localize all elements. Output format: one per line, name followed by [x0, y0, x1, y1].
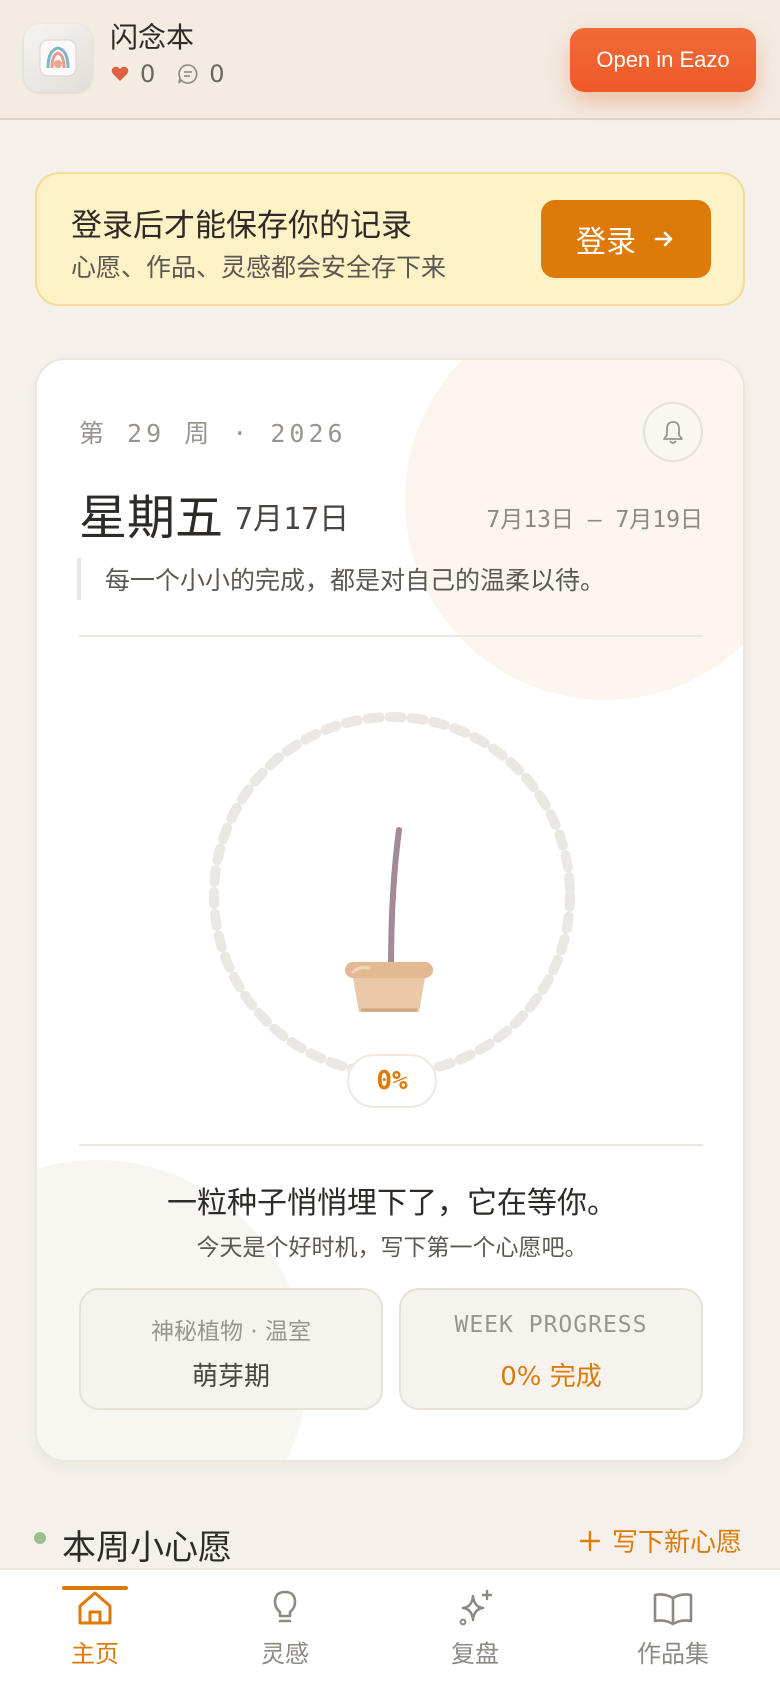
lightbulb-icon — [273, 1590, 297, 1623]
plant-progress-ring — [207, 710, 577, 1080]
login-banner-subtitle: 心愿、作品、灵感都会安全存下来 — [71, 253, 447, 282]
app-icon[interactable] — [24, 24, 92, 92]
comment-icon — [178, 64, 198, 84]
week-card: 第 29 周 · 2026 星期五 7月17日 7月13日 — 7月19日 每一… — [35, 358, 745, 1462]
login-button[interactable]: 登录 — [541, 200, 711, 278]
new-wish-button[interactable]: 写下新心愿 — [578, 1522, 742, 1559]
plant-status-value: 萌芽期 — [191, 1362, 270, 1392]
nav-label: 作品集 — [637, 1640, 709, 1668]
likes-stat[interactable]: 0 — [110, 60, 155, 88]
arrow-right-icon — [654, 231, 673, 247]
empty-state-title: 一粒种子悄悄埋下了，它在等你。 — [167, 1186, 617, 1221]
likes-count: 0 — [140, 60, 156, 88]
login-banner: 登录后才能保存你的记录 心愿、作品、灵感都会安全存下来 登录 — [35, 172, 745, 306]
plant-pot-icon — [345, 827, 433, 1012]
week-date-range: 7月13日 — 7月19日 — [486, 507, 703, 533]
wishes-section-title: 本周小心愿 — [62, 1528, 232, 1568]
comments-stat[interactable]: 0 — [177, 60, 225, 88]
daily-quote: 每一个小小的完成，都是对自己的温柔以待。 — [77, 558, 605, 600]
bottom-navigation: 主页 灵感 复盘 作品集 — [0, 1568, 780, 1688]
divider — [79, 635, 703, 637]
nav-item-inspiration[interactable]: 灵感 — [190, 1570, 380, 1688]
comments-count: 0 — [209, 60, 225, 88]
weekday: 星期五 — [79, 490, 224, 546]
nav-label: 灵感 — [261, 1640, 309, 1668]
reminder-button[interactable] — [643, 402, 703, 462]
current-date: 7月17日 — [235, 502, 350, 537]
open-in-app-button[interactable]: Open in Eazo — [570, 28, 756, 92]
week-progress-value: 0% 完成 — [500, 1362, 602, 1392]
nav-item-home[interactable]: 主页 — [0, 1570, 190, 1688]
nav-item-review[interactable]: 复盘 — [380, 1570, 570, 1688]
sparkle-icon — [459, 1589, 493, 1626]
week-label: 第 29 周 · 2026 — [79, 419, 347, 448]
app-stats: 0 0 — [110, 60, 247, 88]
nav-label: 主页 — [71, 1640, 119, 1668]
new-wish-label: 写下新心愿 — [612, 1528, 743, 1558]
nav-item-portfolio[interactable]: 作品集 — [578, 1570, 768, 1688]
divider — [79, 1144, 703, 1146]
progress-percentage-badge: 0% — [347, 1054, 437, 1108]
plus-icon — [579, 1530, 601, 1551]
login-banner-title: 登录后才能保存你的记录 — [71, 208, 412, 244]
top-bar: 闪念本 0 0 Open in Eazo — [0, 0, 780, 120]
login-button-label: 登录 — [576, 226, 636, 259]
plant-status-box: 神秘植物 · 温室 萌芽期 — [79, 1288, 383, 1410]
home-icon — [78, 1591, 112, 1625]
section-dot — [34, 1532, 46, 1544]
empty-state-subtitle: 今天是个好时机，写下第一个心愿吧。 — [196, 1235, 588, 1261]
plant-status-label: 神秘植物 · 温室 — [151, 1319, 311, 1345]
book-icon — [653, 1593, 693, 1626]
bell-icon — [663, 421, 683, 444]
week-progress-box: WEEK PROGRESS 0% 完成 — [399, 1288, 703, 1410]
nav-label: 复盘 — [451, 1640, 499, 1668]
heart-icon — [111, 66, 129, 81]
week-progress-label: WEEK PROGRESS — [454, 1312, 648, 1338]
app-name: 闪念本 — [110, 21, 195, 54]
active-tab-indicator — [62, 1586, 128, 1590]
